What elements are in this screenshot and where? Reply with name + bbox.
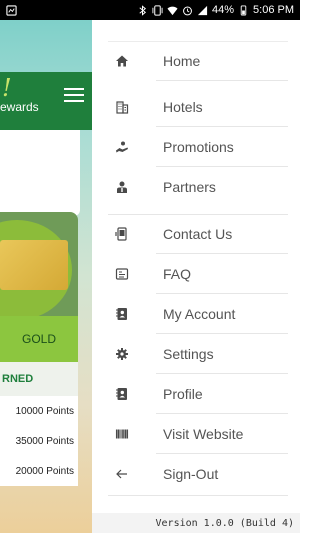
menu-item-profile[interactable]: Profile [92, 374, 300, 414]
menu-item-my-account[interactable]: My Account [92, 294, 300, 334]
menu-item-visit-website[interactable]: Visit Website [92, 414, 300, 454]
menu-item-partners[interactable]: Partners [92, 167, 300, 207]
menu-item-label: FAQ [163, 266, 192, 282]
menu-item-promotions[interactable]: Promotions [92, 127, 300, 167]
account-book-icon [115, 307, 129, 321]
alarm-icon [182, 5, 193, 16]
app-brand-text: ewards [0, 100, 39, 114]
menu-item-contact-us[interactable]: Contact Us [92, 214, 300, 254]
menu-item-label: Profile [163, 386, 203, 402]
menu-item-label: My Account [163, 306, 236, 322]
arrow-left-icon [115, 467, 129, 481]
status-bar: 44% 5:06 PM [0, 0, 300, 20]
background-app: ! ewards GOLD RNED 10000 Points 35000 Po… [0, 20, 92, 533]
menu-item-home[interactable]: Home [92, 41, 300, 81]
points-row: 20000 Points [15, 465, 74, 477]
menu-item-label: Contact Us [163, 226, 233, 242]
menu-item-label: Promotions [163, 139, 234, 155]
bluetooth-icon [137, 4, 148, 16]
menu-item-settings[interactable]: Settings [92, 334, 300, 374]
battery-icon [238, 4, 249, 16]
vibrate-icon [152, 4, 163, 16]
menu-item-label: Home [163, 53, 201, 69]
faq-icon [115, 267, 129, 281]
menu-divider [156, 80, 288, 81]
menu-item-label: Sign-Out [163, 466, 219, 482]
battery-percent: 44% [212, 4, 235, 16]
menu-item-label: Settings [163, 346, 214, 362]
hotel-building-icon [115, 100, 129, 114]
menu-item-label: Hotels [163, 99, 203, 115]
barcode-icon [115, 427, 129, 441]
earned-section-label: RNED [0, 362, 78, 396]
menu-item-hotels[interactable]: Hotels [92, 87, 300, 127]
app-logo: ! [2, 74, 12, 102]
app-white-card [0, 130, 80, 216]
menu-item-faq[interactable]: FAQ [92, 254, 300, 294]
membership-card-image [0, 240, 68, 290]
signal-icon [197, 5, 208, 16]
gear-icon [115, 347, 129, 361]
points-row: 10000 Points [15, 405, 74, 417]
menu-item-label: Visit Website [163, 426, 244, 442]
section-divider [108, 495, 288, 496]
navigation-drawer: Home Hotels Promotions Partners Contact … [92, 20, 300, 533]
version-label: Version 1.0.0 (Build 4) [92, 513, 300, 533]
partner-person-icon [115, 180, 129, 194]
wifi-icon [167, 5, 178, 16]
status-time: 5:06 PM [253, 4, 294, 16]
menu-item-sign-out[interactable]: Sign-Out [92, 454, 300, 494]
points-list: 10000 Points 35000 Points 20000 Points [0, 396, 78, 486]
points-row: 35000 Points [15, 435, 74, 447]
tier-label: GOLD [0, 316, 78, 362]
home-icon [115, 54, 129, 68]
promotion-hand-icon [115, 140, 129, 154]
profile-card-icon [115, 387, 129, 401]
notification-icon [6, 4, 17, 16]
menu-item-label: Partners [163, 179, 216, 195]
hamburger-menu-icon[interactable] [64, 88, 84, 104]
contact-phone-icon [115, 227, 129, 241]
